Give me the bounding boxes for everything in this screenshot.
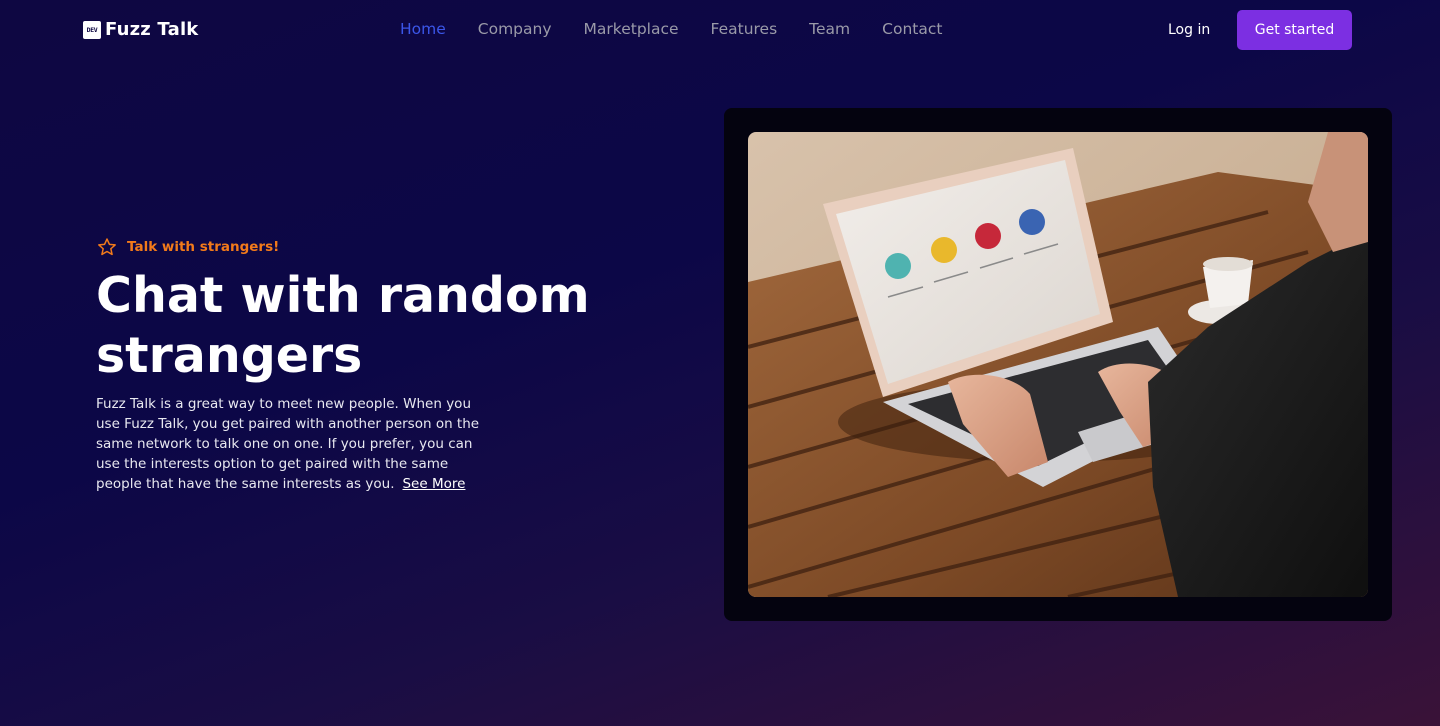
top-navigation: DEV Fuzz Talk Home Company Marketplace F… bbox=[0, 0, 1440, 60]
dev-badge-icon: DEV bbox=[83, 20, 101, 39]
nav-link-contact[interactable]: Contact bbox=[882, 20, 942, 38]
nav-links: Home Company Marketplace Features Team C… bbox=[400, 20, 942, 38]
login-link[interactable]: Log in bbox=[1168, 22, 1210, 38]
nav-link-marketplace[interactable]: Marketplace bbox=[584, 20, 679, 38]
nav-link-home[interactable]: Home bbox=[400, 20, 446, 38]
hero-tagline: Talk with strangers! bbox=[97, 237, 279, 257]
see-more-link[interactable]: See More bbox=[402, 476, 465, 492]
tagline-text: Talk with strangers! bbox=[127, 239, 280, 255]
get-started-button[interactable]: Get started bbox=[1237, 10, 1352, 50]
nav-link-features[interactable]: Features bbox=[711, 20, 778, 38]
hero-photo bbox=[748, 132, 1368, 597]
brand-name: Fuzz Talk bbox=[105, 19, 199, 40]
nav-link-team[interactable]: Team bbox=[809, 20, 850, 38]
hero-image-frame bbox=[724, 108, 1392, 621]
star-icon bbox=[97, 237, 117, 257]
hero-headline: Chat with random strangers bbox=[96, 267, 590, 384]
hero-description: Fuzz Talk is a great way to meet new peo… bbox=[96, 394, 496, 494]
nav-link-company[interactable]: Company bbox=[478, 20, 552, 38]
brand-logo[interactable]: DEV Fuzz Talk bbox=[83, 19, 198, 40]
